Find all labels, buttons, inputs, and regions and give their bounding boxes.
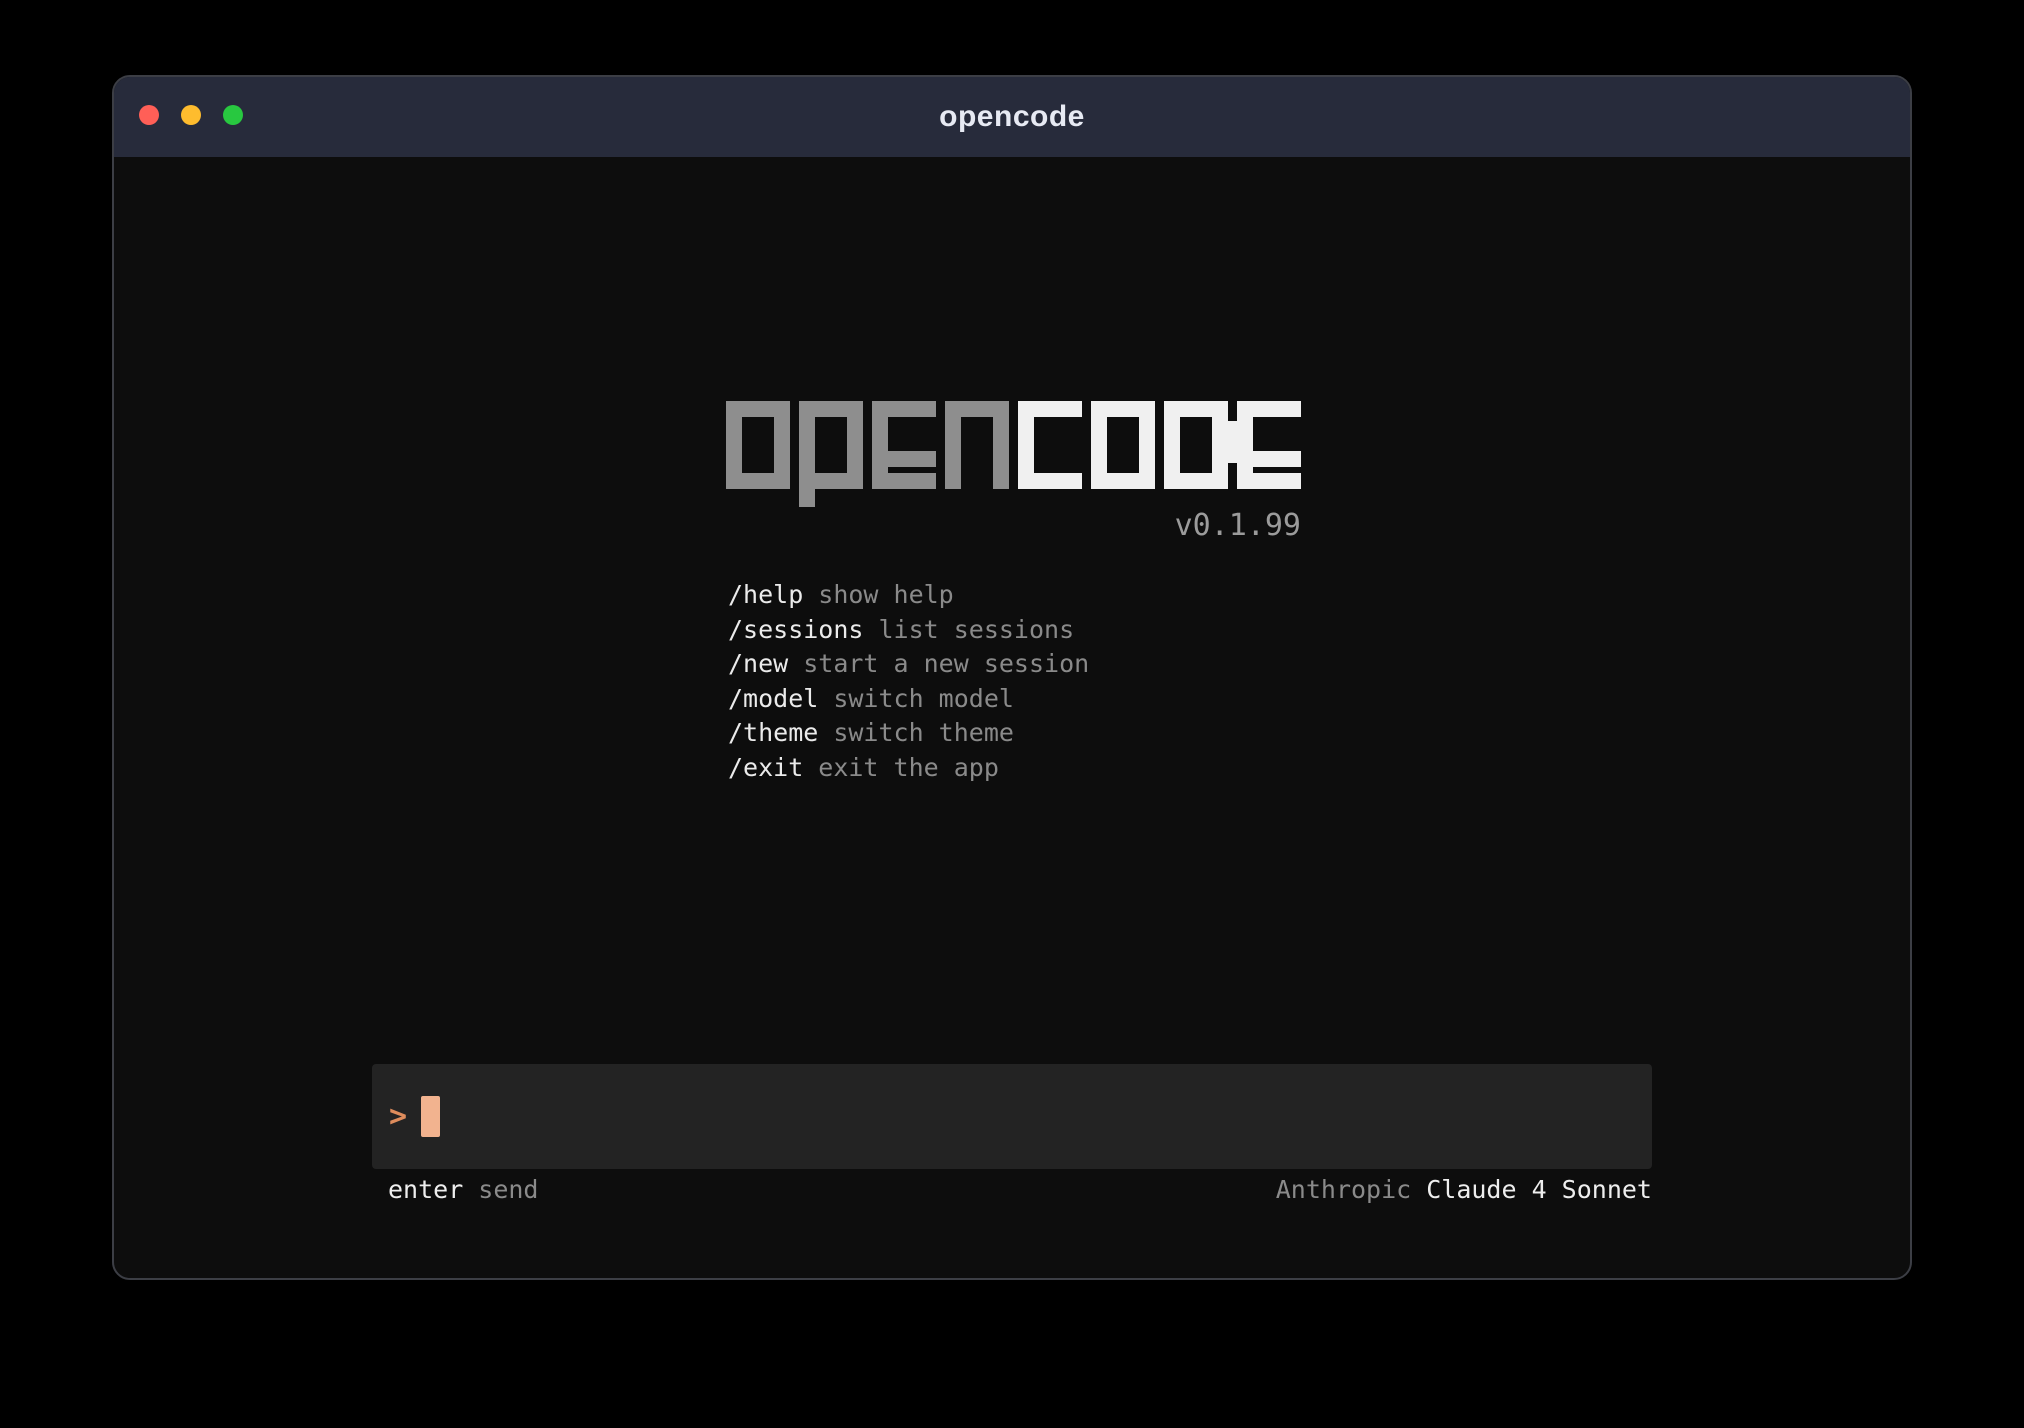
command-description: exit the app — [818, 751, 999, 786]
command-description: switch model — [833, 682, 1014, 717]
command-row: /model switch model — [728, 682, 1089, 717]
logo-letter-c — [1018, 401, 1082, 489]
text-cursor — [421, 1096, 440, 1137]
logo-letter-e — [1237, 401, 1301, 489]
command-name: /new — [728, 647, 788, 682]
command-row: /sessions list sessions — [728, 613, 1089, 648]
opencode-wordmark — [726, 401, 1301, 489]
command-row: /theme switch theme — [728, 716, 1089, 751]
minimize-window-button[interactable] — [181, 105, 201, 125]
window-title: opencode — [939, 100, 1085, 134]
close-window-button[interactable] — [139, 105, 159, 125]
app-window: opencode v0.1.99 /help show help/sessions… — [112, 75, 1912, 1280]
version-label: v0.1.99 — [1175, 507, 1301, 545]
status-bar: enter send Anthropic Claude 4 Sonnet — [388, 1173, 1652, 1207]
opencode-logo: v0.1.99 — [726, 401, 1301, 489]
logo-letter-o — [1091, 401, 1155, 489]
prompt-chevron-icon: > — [389, 1102, 407, 1132]
logo-letter-d — [1164, 401, 1228, 489]
model-indicator: Anthropic Claude 4 Sonnet — [1276, 1173, 1652, 1207]
command-description: show help — [818, 578, 953, 613]
prompt-input[interactable]: > — [372, 1064, 1652, 1169]
command-name: /model — [728, 682, 818, 717]
logo-letter-n — [945, 401, 1009, 489]
zoom-window-button[interactable] — [223, 105, 243, 125]
provider-label: Anthropic — [1276, 1173, 1411, 1207]
command-description: switch theme — [833, 716, 1014, 751]
command-description: list sessions — [878, 613, 1074, 648]
command-row: /exit exit the app — [728, 751, 1089, 786]
command-name: /exit — [728, 751, 803, 786]
logo-letter-o — [726, 401, 790, 489]
enter-key-label: enter — [388, 1173, 463, 1207]
model-label: Claude 4 Sonnet — [1426, 1173, 1652, 1207]
window-titlebar[interactable]: opencode — [114, 77, 1910, 157]
command-row: /help show help — [728, 578, 1089, 613]
logo-letter-e — [872, 401, 936, 489]
command-row: /new start a new session — [728, 647, 1089, 682]
send-action-label: send — [478, 1173, 538, 1207]
logo-letter-p — [799, 401, 863, 489]
traffic-lights — [139, 105, 243, 125]
command-name: /theme — [728, 716, 818, 751]
command-name: /help — [728, 578, 803, 613]
command-name: /sessions — [728, 613, 863, 648]
command-list: /help show help/sessions list sessions/new… — [728, 578, 1089, 785]
command-description: start a new session — [803, 647, 1089, 682]
keybind-hint: enter send — [388, 1173, 538, 1207]
